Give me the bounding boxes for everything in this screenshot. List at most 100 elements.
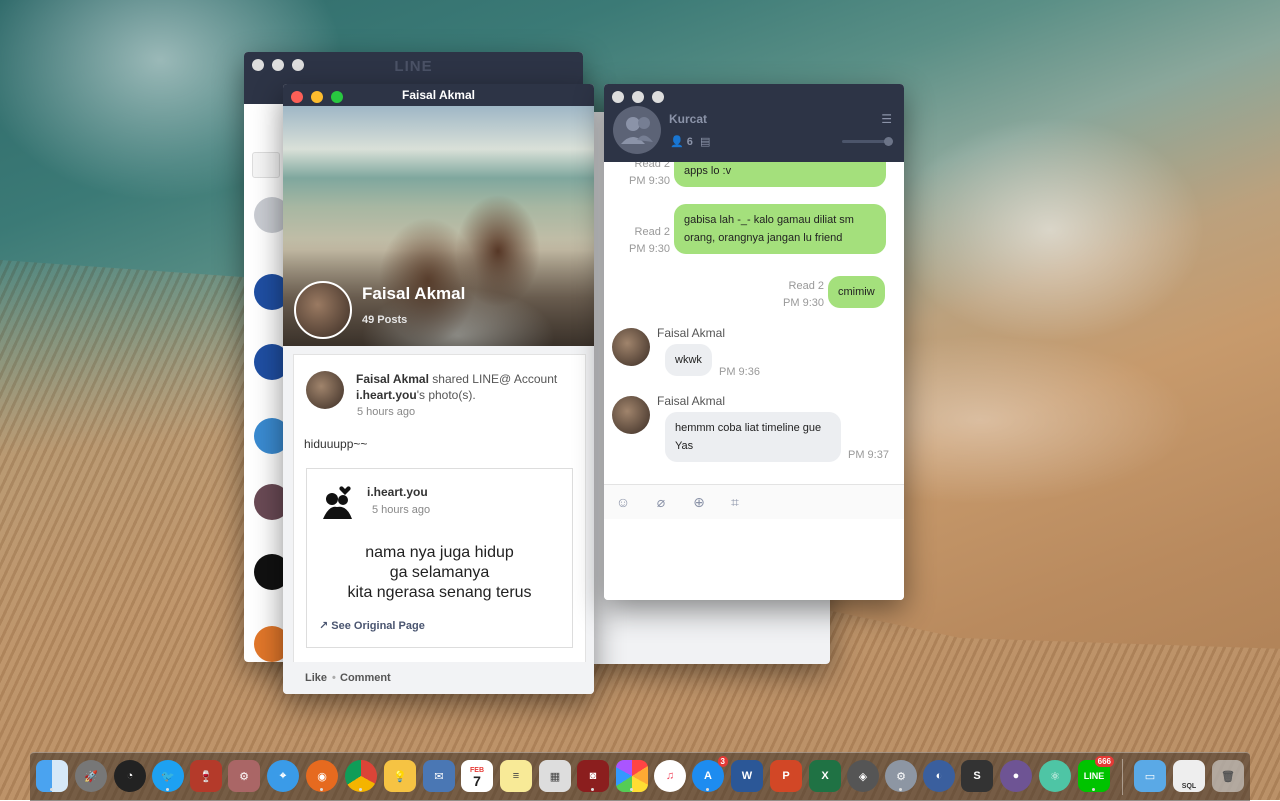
app-store-icon[interactable]: A3	[692, 756, 728, 792]
message-meta: Read 2 PM 9:30	[622, 162, 670, 190]
chat-menu-icon[interactable]: ☰	[881, 112, 892, 126]
separator-dot: •	[332, 672, 336, 684]
message-list[interactable]: Read 2 PM 9:30 apps lo :v Read 2 PM 9:30…	[604, 162, 904, 484]
notes-icon[interactable]: ≡	[500, 760, 532, 792]
chat-toolbar: ☺ ⌀ ⊕ ⌗	[604, 484, 904, 520]
photo-booth-icon[interactable]: ▦	[539, 760, 571, 792]
shared-account-name[interactable]: i.heart.you	[367, 485, 428, 499]
read-receipt: Read 2	[634, 162, 670, 170]
calendar-icon[interactable]: FEB 7	[461, 760, 493, 792]
message-time: PM 9:30	[629, 243, 670, 255]
like-button[interactable]: Like	[305, 672, 327, 684]
sublime-icon[interactable]: S	[961, 760, 993, 792]
chat-title: Kurcat	[669, 112, 708, 126]
message-bubble-outgoing[interactable]: apps lo :v	[674, 162, 886, 187]
folder-icon[interactable]: ▭	[1134, 760, 1166, 792]
line-icon[interactable]: LINE 666	[1078, 756, 1114, 792]
crop-icon[interactable]: ⌗	[726, 493, 744, 511]
shared-timestamp: 5 hours ago	[372, 504, 431, 516]
shared-text-line: nama nya juga hidup	[365, 544, 514, 561]
shared-text-line: kita ngerasa senang terus	[347, 584, 532, 601]
calendar-day: 7	[473, 773, 481, 789]
post-timestamp: 5 hours ago	[357, 406, 416, 418]
trash-icon[interactable]: 🗑	[1212, 760, 1244, 792]
chat-slider[interactable]	[842, 137, 893, 146]
message-text-line: Yas	[675, 440, 694, 452]
activity-monitor-icon[interactable]: ◈	[847, 760, 879, 792]
zoom-button[interactable]	[652, 91, 664, 103]
line-dock-label: LINE	[1083, 771, 1105, 781]
search-input[interactable]	[252, 152, 280, 178]
chat-header[interactable]: Kurcat 👤 6 ▤ ☰	[604, 84, 904, 162]
message-bubble-incoming[interactable]: wkwk	[665, 344, 712, 376]
app-icon[interactable]: ⚙	[228, 760, 260, 792]
profile-avatar[interactable]	[294, 281, 352, 339]
message-text-line: gabisa lah -_- kalo gamau diliat sm	[684, 214, 854, 226]
message-text-line: hemmm coba liat timeline gue	[675, 422, 822, 434]
launchpad-icon[interactable]: 🚀	[75, 760, 107, 792]
photo-booth-icon[interactable]: ◙	[577, 760, 609, 792]
sql-file-icon[interactable]: SQL	[1173, 760, 1205, 792]
word-icon[interactable]: W	[731, 760, 763, 792]
message-bubble-incoming[interactable]: hemmm coba liat timeline gue Yas	[665, 412, 841, 462]
message-time: PM 9:36	[719, 366, 760, 378]
atom-icon[interactable]: ⚛	[1039, 760, 1071, 792]
post-header: Faisal Akmal shared LINE@ Account i.hear…	[356, 371, 576, 403]
preview-icon[interactable]: ✉	[423, 760, 455, 792]
app-store-badge: 3	[717, 756, 728, 767]
twitter-icon[interactable]: 🐦	[152, 760, 184, 792]
shared-text-line: ga selamanya	[389, 564, 490, 581]
message-time: PM 9:30	[629, 175, 670, 187]
photos-icon[interactable]	[616, 760, 648, 792]
member-count[interactable]: 👤 6 ▤	[670, 135, 710, 148]
profile-post-count[interactable]: 49 Posts	[362, 314, 407, 326]
post-author-avatar[interactable]	[306, 371, 344, 409]
chat-window[interactable]: Kurcat 👤 6 ▤ ☰ Read 2 PM 9:30 apps lo :v…	[604, 84, 904, 600]
firefox-icon[interactable]: ◉	[306, 760, 338, 792]
dock: 🚀 ◔ 🐦 🍷 ⚙ ⌖ ◉ 💡 ✉ FEB 7 ≡ ▦ ◙ ♫ A3 W P X…	[30, 752, 1250, 801]
sender-name: Faisal Akmal	[657, 394, 726, 408]
message-time: PM 9:37	[848, 449, 889, 461]
message-input[interactable]	[604, 519, 904, 600]
message-bubble-outgoing[interactable]: gabisa lah -_- kalo gamau diliat sm oran…	[674, 204, 886, 254]
github-icon[interactable]: ●	[1000, 760, 1032, 792]
shared-content-card[interactable]: i.heart.you 5 hours ago nama nya juga hi…	[306, 468, 573, 648]
message-bubble-outgoing[interactable]: cmimiw	[828, 276, 885, 308]
minimize-button[interactable]	[632, 91, 644, 103]
system-preferences-icon[interactable]: ⚙	[885, 760, 917, 792]
pocket-icon[interactable]: 🍷	[190, 760, 222, 792]
arrow-up-right-icon: ↗	[319, 620, 329, 632]
download-icon[interactable]: ⊕	[690, 493, 708, 511]
emoji-icon[interactable]: ☺	[614, 493, 632, 511]
profile-titlebar[interactable]: Faisal Akmal	[283, 84, 594, 106]
itunes-icon[interactable]: ♫	[654, 760, 686, 792]
post-author[interactable]: Faisal Akmal	[356, 372, 429, 386]
post-action: shared LINE@ Account	[432, 372, 558, 386]
person-icon: 👤	[670, 136, 684, 148]
shared-text: nama nya juga hidup ga selamanya kita ng…	[307, 543, 572, 603]
line-badge: 666	[1094, 756, 1114, 767]
see-original-label: See Original Page	[331, 620, 425, 632]
message-time: PM 9:30	[783, 297, 824, 309]
sequel-icon[interactable]: ◐	[923, 760, 955, 792]
sender-avatar[interactable]	[612, 328, 650, 366]
close-button[interactable]	[612, 91, 624, 103]
member-count-value: 6	[686, 136, 693, 148]
post-shared-account[interactable]: i.heart.you	[356, 388, 417, 402]
dashboard-icon[interactable]: ◔	[114, 760, 146, 792]
comment-button[interactable]: Comment	[340, 672, 391, 684]
excel-icon[interactable]: X	[809, 760, 841, 792]
finder-icon[interactable]	[36, 760, 68, 792]
see-original-link[interactable]: ↗ See Original Page	[319, 619, 425, 632]
notes-icon[interactable]: ▤	[700, 136, 710, 148]
sender-name: Faisal Akmal	[657, 326, 726, 340]
safari-icon[interactable]: ⌖	[267, 760, 299, 792]
attach-icon[interactable]: ⌀	[652, 493, 670, 511]
powerpoint-icon[interactable]: P	[770, 760, 802, 792]
group-avatar[interactable]	[613, 106, 661, 154]
sender-avatar[interactable]	[612, 396, 650, 434]
timeline-post: Faisal Akmal shared LINE@ Account i.hear…	[293, 354, 586, 666]
profile-window[interactable]: Faisal Akmal Faisal Akmal 49 Posts Faisa…	[283, 84, 594, 694]
chrome-icon[interactable]	[345, 760, 377, 792]
tips-icon[interactable]: 💡	[384, 760, 416, 792]
